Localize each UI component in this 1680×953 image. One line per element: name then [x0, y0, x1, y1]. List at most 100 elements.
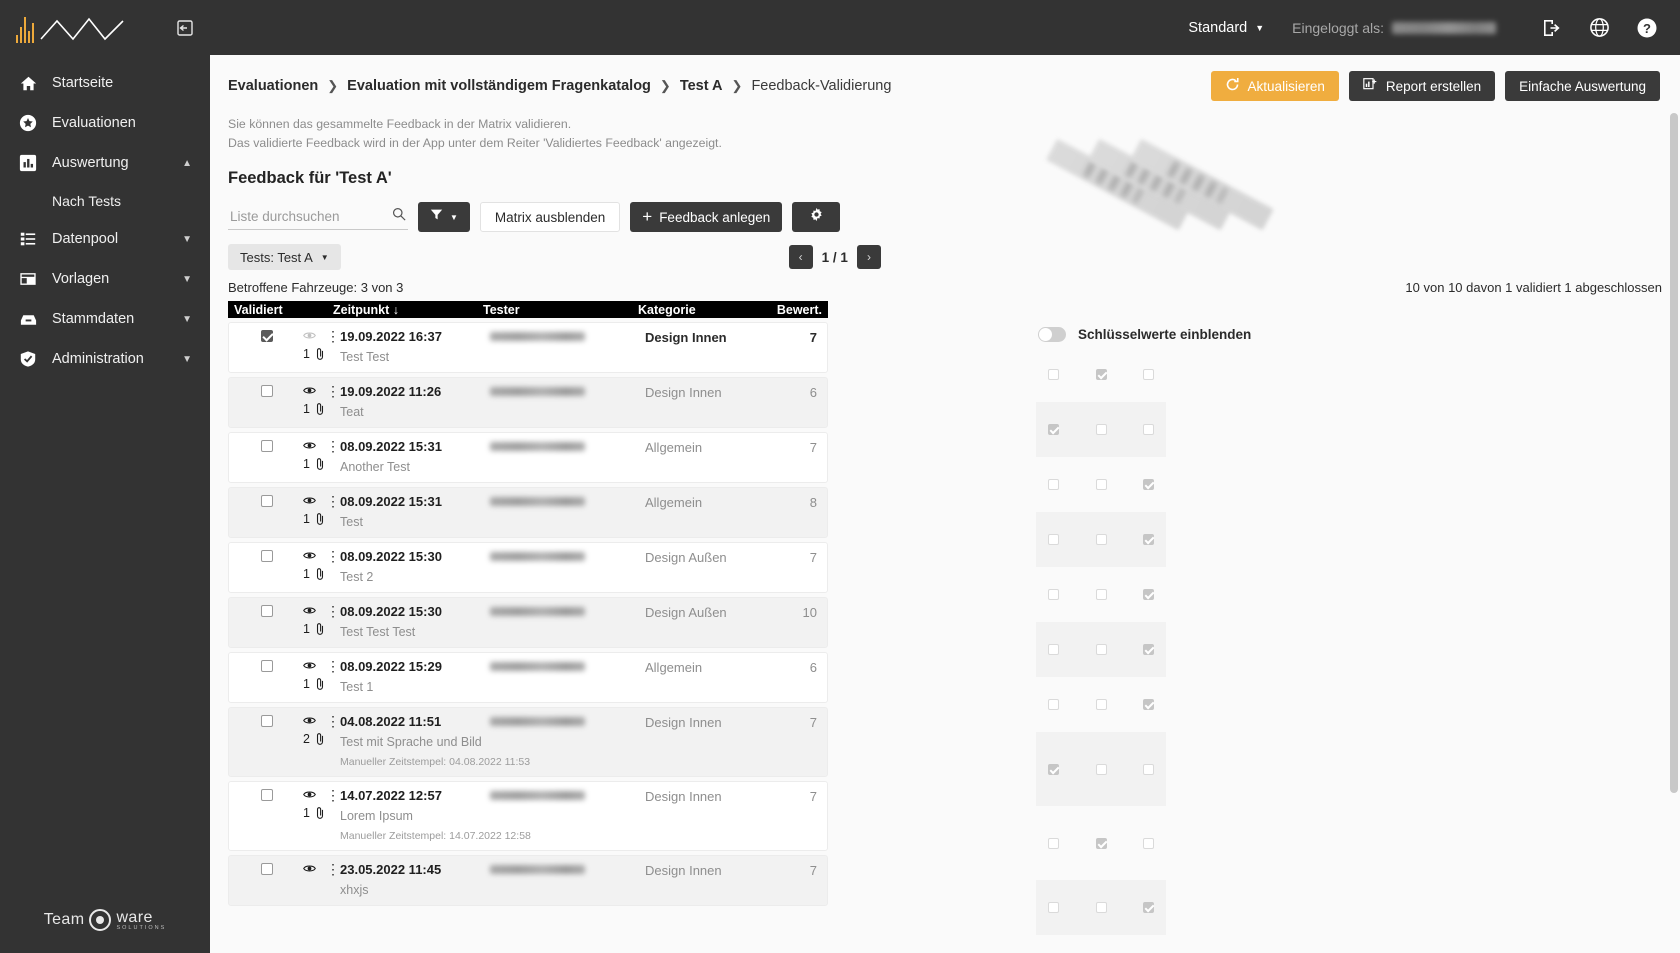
column-header-validiert[interactable]: Validiert — [228, 303, 333, 317]
matrix-checkbox[interactable] — [1048, 369, 1059, 380]
table-row[interactable]: ⋮ 1 19.09.2022 11:26 Teat Design Innen 6 — [228, 377, 828, 429]
matrix-checkbox[interactable] — [1143, 699, 1154, 710]
breadcrumb-item-2[interactable]: Test A — [680, 78, 723, 94]
table-row[interactable]: ⋮ 1 08.09.2022 15:30 Test Test Test Design A… — [228, 597, 828, 649]
row-menu-icon[interactable]: ⋮ — [326, 384, 340, 398]
logout-icon[interactable] — [1536, 13, 1566, 43]
product-logo-icon[interactable] — [16, 13, 125, 43]
table-row[interactable]: ⋮ 1 19.09.2022 16:37 Test Test Design Innen 7 — [228, 322, 828, 374]
test-filter-chip[interactable]: Tests: Test A ▼ — [228, 244, 341, 271]
matrix-checkbox[interactable] — [1095, 424, 1107, 435]
sidebar-item-evaluationen[interactable]: Evaluationen — [0, 103, 210, 143]
matrix-checkbox[interactable] — [1048, 479, 1059, 490]
chevron-down-icon[interactable]: ▼ — [182, 234, 192, 245]
preview-eye-icon[interactable] — [303, 439, 316, 452]
matrix-checkbox[interactable] — [1095, 369, 1107, 380]
vertical-scrollbar[interactable] — [1670, 113, 1678, 953]
validate-checkbox[interactable] — [261, 604, 273, 617]
column-header-zeitpunkt[interactable]: Zeitpunkt ↓ — [333, 303, 483, 317]
search-input[interactable] — [228, 204, 408, 230]
chevron-up-icon[interactable]: ▲ — [182, 158, 192, 169]
sidebar-item-datenpool[interactable]: Datenpool ▼ — [0, 219, 210, 259]
paperclip-icon[interactable] — [314, 806, 326, 820]
next-page-button[interactable]: › — [856, 245, 881, 270]
globe-icon[interactable] — [1584, 13, 1614, 43]
table-row[interactable]: ⋮ 1 08.09.2022 15:31 Test Allgemein 8 — [228, 487, 828, 539]
breadcrumb-item-0[interactable]: Evaluationen — [228, 78, 318, 94]
matrix-checkbox[interactable] — [1048, 589, 1059, 600]
create-report-button[interactable]: Report erstellen — [1348, 71, 1496, 101]
matrix-checkbox[interactable] — [1048, 424, 1059, 435]
matrix-checkbox[interactable] — [1143, 763, 1154, 775]
breadcrumb-item-1[interactable]: Evaluation mit vollständigem Fragenkatal… — [347, 78, 651, 94]
matrix-checkbox[interactable] — [1143, 644, 1154, 655]
matrix-checkbox[interactable] — [1095, 837, 1107, 849]
matrix-checkbox[interactable] — [1048, 644, 1059, 655]
paperclip-icon[interactable] — [314, 677, 326, 691]
create-feedback-button[interactable]: + Feedback anlegen — [630, 202, 783, 233]
chevron-down-icon[interactable]: ▼ — [182, 354, 192, 365]
validate-checkbox[interactable] — [261, 329, 273, 342]
sidebar-item-auswertung[interactable]: Auswertung ▲ — [0, 143, 210, 183]
matrix-checkbox[interactable] — [1048, 763, 1059, 775]
filter-button[interactable]: ▼ — [418, 202, 470, 233]
matrix-checkbox[interactable] — [1143, 534, 1154, 545]
table-row[interactable]: ⋮ 2 04.08.2022 11:51 Test mit Sprache und B… — [228, 707, 828, 778]
table-row[interactable]: ⋮ 1 14.07.2022 12:57 Lorem Ipsum Manueller Z… — [228, 781, 828, 852]
key-values-toggle[interactable] — [1038, 327, 1066, 342]
row-menu-icon[interactable]: ⋮ — [326, 604, 340, 618]
matrix-checkbox[interactable] — [1095, 644, 1107, 655]
column-header-bewertung[interactable]: Bewert. — [768, 303, 828, 317]
prev-page-button[interactable]: ‹ — [788, 245, 813, 270]
matrix-checkbox[interactable] — [1095, 479, 1107, 490]
preview-eye-icon[interactable] — [303, 714, 316, 727]
preview-eye-icon[interactable] — [303, 659, 316, 672]
row-menu-icon[interactable]: ⋮ — [326, 714, 340, 728]
matrix-checkbox[interactable] — [1048, 534, 1059, 545]
validate-checkbox[interactable] — [261, 384, 273, 397]
validate-checkbox[interactable] — [261, 714, 273, 727]
validate-checkbox[interactable] — [261, 439, 273, 452]
column-header-kategorie[interactable]: Kategorie — [638, 303, 768, 317]
sidebar-item-administration[interactable]: Administration ▼ — [0, 339, 210, 379]
row-menu-icon[interactable]: ⋮ — [326, 439, 340, 453]
sidebar-item-vorlagen[interactable]: Vorlagen ▼ — [0, 259, 210, 299]
row-menu-icon[interactable]: ⋮ — [326, 659, 340, 673]
matrix-checkbox[interactable] — [1048, 837, 1059, 849]
preview-eye-icon[interactable] — [303, 549, 316, 562]
column-header-tester[interactable]: Tester — [483, 303, 638, 317]
matrix-checkbox[interactable] — [1095, 699, 1107, 710]
chevron-down-icon[interactable]: ▼ — [182, 314, 192, 325]
validate-checkbox[interactable] — [261, 788, 273, 801]
preview-eye-icon[interactable] — [303, 862, 316, 875]
paperclip-icon[interactable] — [314, 402, 326, 416]
chevron-down-icon[interactable]: ▼ — [182, 274, 192, 285]
collapse-sidebar-icon[interactable] — [174, 19, 194, 37]
preview-eye-icon[interactable] — [303, 329, 316, 342]
matrix-checkbox[interactable] — [1143, 589, 1154, 600]
row-menu-icon[interactable]: ⋮ — [326, 549, 340, 563]
validate-checkbox[interactable] — [261, 549, 273, 562]
sidebar-item-nach-tests[interactable]: Nach Tests — [0, 183, 210, 219]
search-icon[interactable] — [392, 207, 406, 226]
validate-checkbox[interactable] — [261, 862, 273, 875]
paperclip-icon[interactable] — [314, 457, 326, 471]
matrix-checkbox[interactable] — [1095, 763, 1107, 775]
matrix-checkbox[interactable] — [1143, 369, 1154, 380]
matrix-checkbox[interactable] — [1095, 534, 1107, 545]
matrix-checkbox[interactable] — [1143, 424, 1154, 435]
simple-evaluation-button[interactable]: Einfache Auswertung — [1505, 71, 1660, 101]
profile-select[interactable]: Standard ▼ — [1188, 20, 1264, 36]
table-row[interactable]: ⋮ 1 08.09.2022 15:31 Another Test Allgemein 7 — [228, 432, 828, 484]
row-menu-icon[interactable]: ⋮ — [326, 329, 340, 343]
refresh-button[interactable]: Aktualisieren — [1210, 71, 1339, 101]
scrollbar-thumb[interactable] — [1670, 113, 1678, 793]
settings-button[interactable] — [792, 202, 841, 233]
row-menu-icon[interactable]: ⋮ — [326, 788, 340, 802]
sidebar-item-stammdaten[interactable]: Stammdaten ▼ — [0, 299, 210, 339]
validate-checkbox[interactable] — [261, 494, 273, 507]
matrix-checkbox[interactable] — [1143, 837, 1154, 849]
paperclip-icon[interactable] — [314, 567, 326, 581]
table-row[interactable]: ⋮ 23.05.2022 11:45 xhxjs Design Innen 7 — [228, 855, 828, 907]
matrix-toggle-button[interactable]: Matrix ausblenden — [479, 202, 621, 233]
